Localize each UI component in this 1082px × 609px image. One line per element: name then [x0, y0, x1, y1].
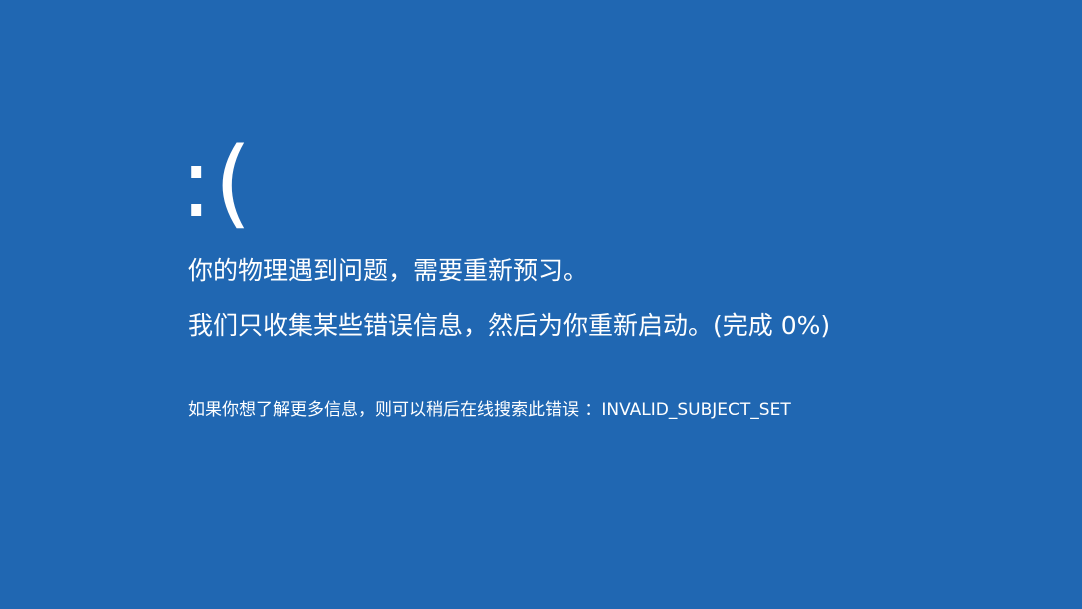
error-progress-message: 我们只收集某些错误信息，然后为你重新启动。(完成 0%) — [188, 311, 831, 340]
error-code-message: 如果你想了解更多信息，则可以稍后在线搜索此错误 ：INVALID_SUBJECT… — [188, 400, 791, 420]
blue-screen: :( 你的物理遇到问题，需要重新预习。 我们只收集某些错误信息，然后为你重新启动… — [0, 0, 1082, 609]
error-message-title: 你的物理遇到问题，需要重新预习。 — [188, 256, 589, 285]
sad-face-emoticon: :( — [180, 127, 254, 239]
